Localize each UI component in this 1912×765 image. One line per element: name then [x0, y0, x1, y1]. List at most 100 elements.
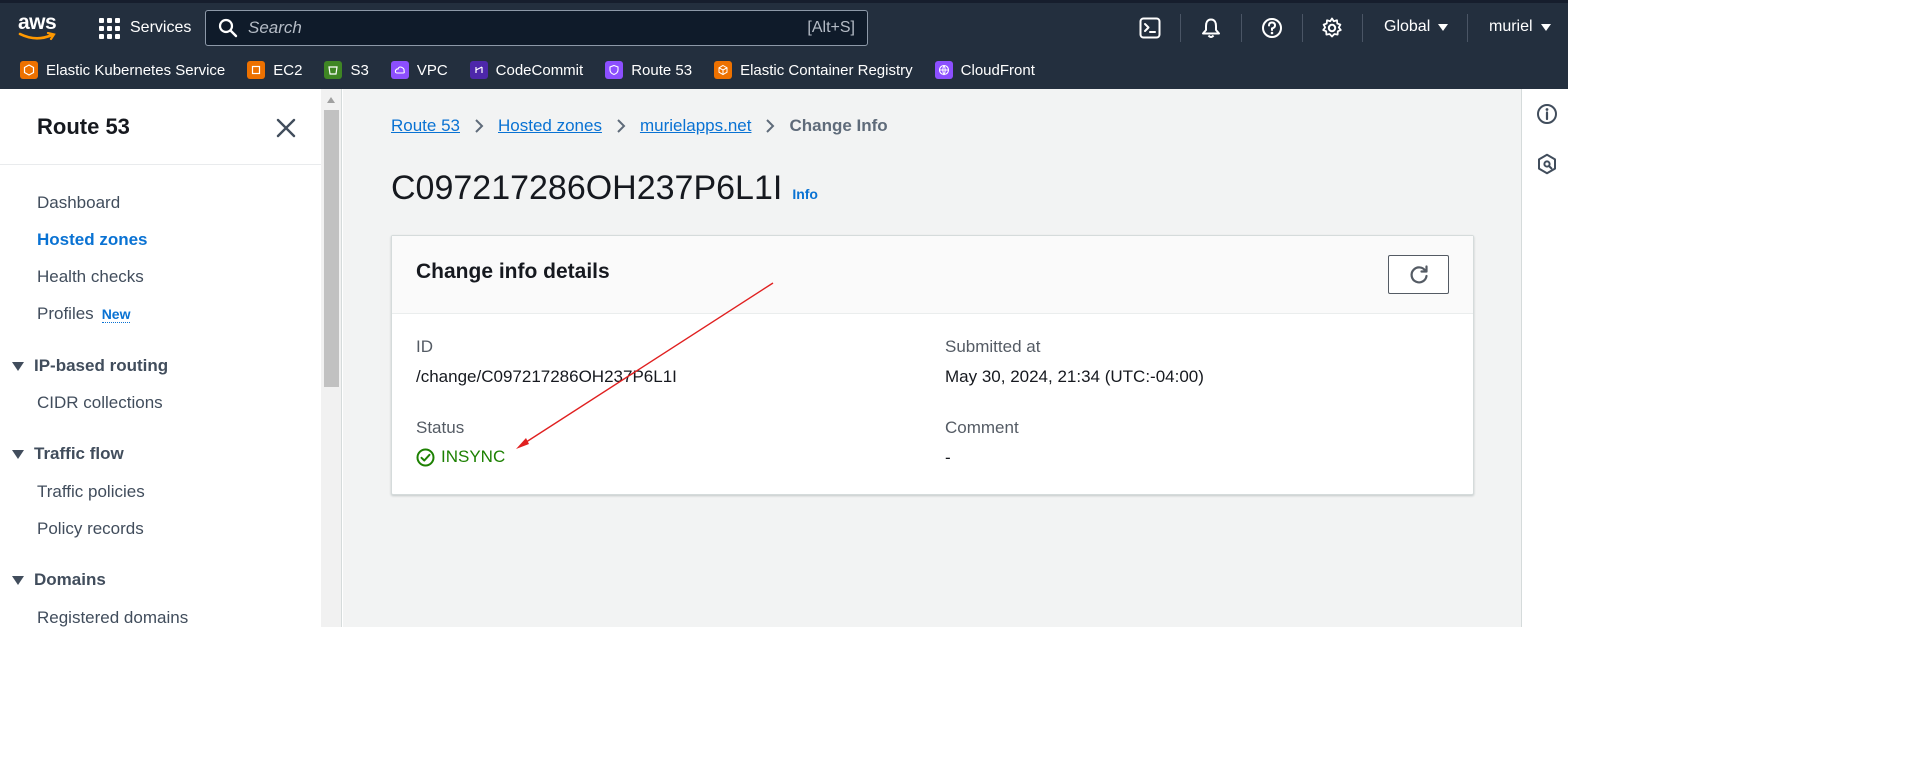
sidebar-item-label: Profiles	[37, 304, 94, 323]
gear-icon	[1322, 17, 1342, 38]
sidebar-title[interactable]: Route 53	[37, 114, 130, 140]
sidebar-item-health-checks[interactable]: Health checks	[37, 267, 144, 287]
section-label: Domains	[34, 570, 106, 589]
region-label: Global	[1384, 18, 1431, 35]
settings-button[interactable]	[1318, 14, 1346, 42]
separator	[1180, 14, 1181, 42]
page-title: C097217286OH237P6L1I Info	[391, 169, 818, 208]
favorite-vpc[interactable]: VPC	[390, 61, 448, 79]
account-menu[interactable]: muriel	[1489, 18, 1551, 36]
id-label: ID	[416, 337, 433, 356]
comment-value: -	[945, 448, 951, 467]
favorite-eks[interactable]: Elastic Kubernetes Service	[20, 61, 225, 79]
comment-label: Comment	[945, 418, 1019, 437]
favorite-label: Route 53	[631, 61, 693, 79]
separator	[1241, 14, 1242, 42]
close-icon[interactable]	[274, 116, 298, 140]
ec2-icon	[247, 61, 266, 79]
sidebar-scrollbar[interactable]	[321, 89, 342, 627]
sidebar-item-profiles[interactable]: Profiles New	[37, 304, 131, 324]
breadcrumb-route53[interactable]: Route 53	[391, 116, 460, 136]
check-circle-icon	[416, 448, 435, 466]
breadcrumb: Route 53 Hosted zones murielapps.net Cha…	[391, 116, 888, 136]
s3-bucket-icon	[324, 61, 343, 79]
aws-smile-icon	[18, 32, 56, 41]
separator	[1362, 14, 1363, 42]
chevron-right-icon	[766, 119, 775, 133]
breadcrumb-zone[interactable]: murielapps.net	[640, 116, 752, 136]
hexagon-badge-icon[interactable]	[1536, 153, 1558, 175]
bell-icon	[1202, 18, 1220, 38]
separator	[1302, 14, 1303, 42]
tools-rail	[1521, 89, 1568, 627]
favorite-ec2[interactable]: EC2	[247, 61, 302, 79]
sidebar-item-traffic-policies[interactable]: Traffic policies	[37, 482, 145, 502]
change-info-card: Change info details ID /change/C09721728…	[391, 235, 1474, 495]
favorite-ecr[interactable]: Elastic Container Registry	[714, 61, 913, 79]
region-selector[interactable]: Global	[1384, 18, 1449, 36]
caret-down-icon	[12, 449, 24, 459]
main-content: Route 53 Hosted zones murielapps.net Cha…	[343, 89, 1521, 627]
card-title: Change info details	[416, 260, 610, 283]
section-domains[interactable]: Domains	[12, 570, 106, 590]
favorite-label: CloudFront	[960, 61, 1035, 79]
info-circle-icon[interactable]	[1536, 103, 1558, 125]
sidebar-item-policy-records[interactable]: Policy records	[37, 519, 144, 539]
favorite-label: VPC	[416, 61, 448, 79]
status-label: Status	[416, 418, 465, 437]
breadcrumb-current: Change Info	[789, 116, 888, 135]
scroll-up-arrow-icon[interactable]	[327, 97, 335, 103]
divider	[0, 164, 321, 165]
services-menu-button[interactable]: Services	[99, 16, 191, 40]
search-box[interactable]: [Alt+S]	[205, 10, 868, 46]
breadcrumb-hosted-zones[interactable]: Hosted zones	[498, 116, 602, 136]
favorite-codecommit[interactable]: CodeCommit	[469, 61, 584, 79]
side-navigation: Route 53 Dashboard Hosted zones Health c…	[0, 89, 321, 627]
status-indicator: INSYNC	[416, 447, 505, 467]
caret-down-icon	[12, 575, 24, 585]
info-link[interactable]: Info	[792, 186, 818, 202]
sidebar-item-registered-domains[interactable]: Registered domains	[37, 608, 188, 628]
grid-icon	[99, 17, 120, 39]
favorite-label: Elastic Kubernetes Service	[46, 61, 226, 79]
cloudshell-button[interactable]	[1136, 14, 1164, 42]
new-badge: New	[101, 306, 131, 323]
favorite-cloudfront[interactable]: CloudFront	[934, 61, 1035, 79]
search-icon	[218, 18, 238, 38]
eks-icon	[20, 61, 38, 79]
section-traffic-flow[interactable]: Traffic flow	[12, 444, 124, 464]
favorite-label: CodeCommit	[495, 61, 584, 79]
submitted-label: Submitted at	[945, 337, 1041, 356]
sidebar-item-dashboard[interactable]: Dashboard	[37, 193, 120, 213]
favorite-s3[interactable]: S3	[324, 61, 369, 79]
status-value: INSYNC	[441, 447, 506, 466]
chevron-right-icon	[475, 119, 484, 133]
section-label: Traffic flow	[34, 444, 124, 463]
refresh-icon	[1409, 264, 1428, 283]
route53-shield-icon	[605, 61, 624, 79]
sidebar-item-hosted-zones[interactable]: Hosted zones	[37, 230, 148, 250]
favorites-bar: Elastic Kubernetes Service EC2 S3 VPC Co…	[20, 58, 1035, 82]
favorite-label: Elastic Container Registry	[740, 61, 913, 79]
section-ip-based-routing[interactable]: IP-based routing	[12, 356, 168, 376]
user-label: muriel	[1489, 18, 1533, 35]
caret-down-icon	[1438, 23, 1449, 31]
refresh-button[interactable]	[1388, 255, 1449, 294]
vpc-cloud-icon	[390, 61, 409, 79]
help-button[interactable]	[1258, 14, 1286, 42]
sidebar-item-cidr-collections[interactable]: CIDR collections	[37, 393, 163, 413]
notifications-button[interactable]	[1197, 14, 1225, 42]
aws-logo[interactable]: aws	[18, 12, 60, 42]
scrollbar-thumb[interactable]	[324, 110, 339, 387]
search-input[interactable]	[248, 15, 768, 41]
separator	[1467, 14, 1468, 42]
cloudfront-globe-icon	[934, 61, 953, 79]
submitted-value: May 30, 2024, 21:34 (UTC:-04:00)	[945, 367, 1204, 386]
page-title-text: C097217286OH237P6L1I	[391, 169, 783, 207]
section-label: IP-based routing	[34, 356, 169, 375]
services-label: Services	[130, 19, 192, 36]
favorite-label: EC2	[273, 61, 303, 79]
terminal-icon	[1139, 17, 1161, 39]
chevron-right-icon	[617, 119, 626, 133]
favorite-route53[interactable]: Route 53	[605, 61, 692, 79]
